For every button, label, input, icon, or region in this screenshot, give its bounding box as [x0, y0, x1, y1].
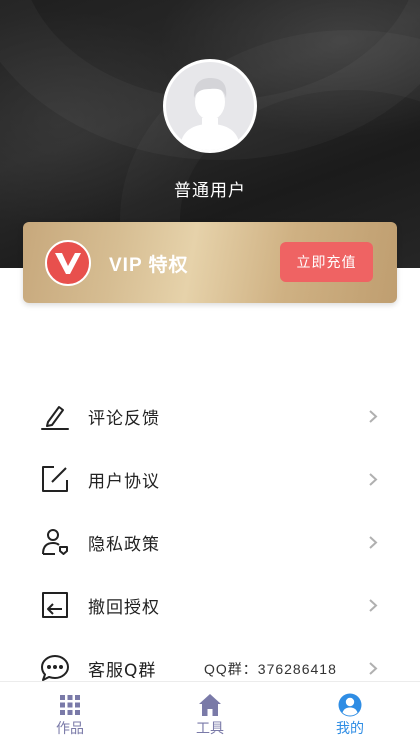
- tab-tools[interactable]: 工具: [140, 682, 280, 747]
- chevron-right-icon: [368, 472, 378, 487]
- menu-item-user-agreement[interactable]: 用户协议: [0, 448, 420, 511]
- avatar[interactable]: [163, 59, 257, 153]
- recharge-button[interactable]: 立即充值: [280, 242, 373, 282]
- menu-item-feedback[interactable]: 评论反馈: [0, 385, 420, 448]
- home-icon: [198, 693, 222, 717]
- user-circle-icon: [338, 693, 362, 717]
- menu-item-label: 撤回授权: [88, 598, 160, 618]
- vip-card[interactable]: VIP 特权 立即充值: [23, 222, 397, 303]
- grid-icon: [58, 693, 82, 717]
- qq-group-number: QQ群：376286418: [204, 661, 337, 677]
- vip-title: VIP 特权: [109, 255, 189, 276]
- chevron-right-icon: [368, 661, 378, 676]
- menu-item-label: 用户协议: [88, 472, 160, 492]
- tab-label: 我的: [336, 721, 364, 737]
- username: 普通用户: [174, 181, 246, 201]
- tab-works[interactable]: 作品: [0, 682, 140, 747]
- bottom-tab-bar: 作品 工具 我的: [0, 681, 420, 747]
- tab-label: 工具: [196, 721, 224, 737]
- menu-item-label: 隐私政策: [88, 535, 160, 555]
- chevron-right-icon: [368, 535, 378, 550]
- revoke-icon: [40, 590, 70, 620]
- settings-menu: 评论反馈 用户协议 隐私政策 撤回授权 客服Q群 QQ群：376286418: [0, 385, 420, 700]
- chevron-right-icon: [368, 598, 378, 613]
- edit-document-icon: [40, 464, 70, 494]
- chat-bubble-icon: [40, 653, 70, 683]
- menu-item-label: 客服Q群: [88, 661, 157, 681]
- tab-label: 作品: [56, 721, 84, 737]
- pen-icon: [40, 401, 70, 431]
- tab-mine[interactable]: 我的: [280, 682, 420, 747]
- menu-item-revoke-authorization[interactable]: 撤回授权: [0, 574, 420, 637]
- menu-item-label: 评论反馈: [88, 409, 160, 429]
- default-avatar-icon: [166, 62, 254, 150]
- vip-logo-icon: [45, 240, 91, 286]
- chevron-right-icon: [368, 409, 378, 424]
- user-shield-icon: [40, 527, 70, 557]
- menu-item-privacy-policy[interactable]: 隐私政策: [0, 511, 420, 574]
